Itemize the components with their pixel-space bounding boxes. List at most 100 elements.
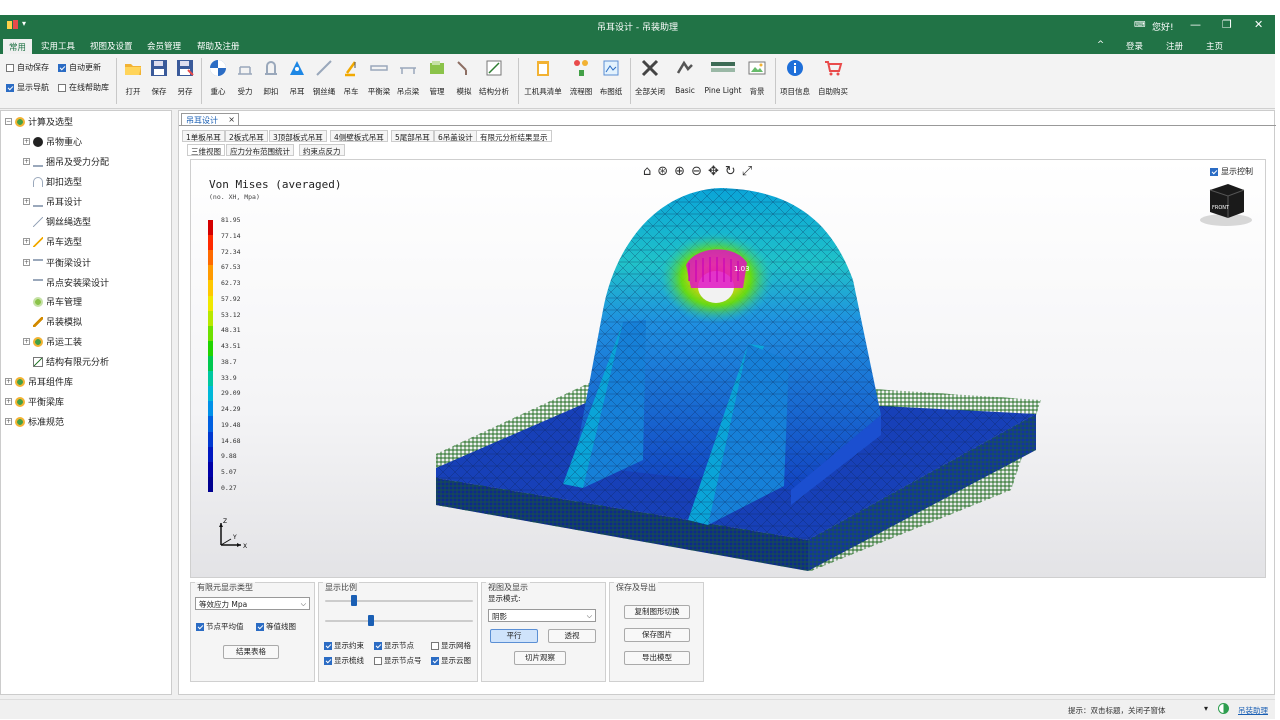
expand-icon[interactable]: + [23,258,30,266]
menu-help[interactable]: 帮助及注册 [197,40,240,52]
tree-node-gravity[interactable]: + 吊物重心 [23,135,82,148]
drawing-button[interactable]: 布图纸 [596,56,626,106]
tree-node-crane-management[interactable]: 吊车管理 [33,295,82,308]
result-type-select[interactable]: 等效应力 Mpa ⌵ [195,597,310,610]
online-help-check[interactable]: 在线帮助库 [58,82,109,93]
tree-node-lug-library[interactable]: + 吊耳组件库 [5,375,73,388]
copy-graphics-button[interactable]: 复制图形切换 [624,605,690,619]
tab-side-plate-lug[interactable]: 4侧壁板式吊耳 [330,130,388,142]
background-button[interactable]: 背景 [742,56,772,106]
tree-node-lifting-fixture[interactable]: + 吊运工装 [23,335,82,348]
simulate-button[interactable]: 模拟 [449,56,479,106]
login-link[interactable]: 登录 [1126,40,1143,52]
tool-list-button[interactable]: 工机具清单 [524,56,562,106]
menu-tools[interactable]: 实用工具 [41,40,75,52]
tree-node-fea[interactable]: 结构有限元分析 [33,355,109,368]
tab-single-plate-lug[interactable]: 1单板吊耳 [182,130,225,142]
lug-button[interactable]: 吊耳 [282,56,312,106]
tree-node-wire-rope[interactable]: 钢丝绳选型 [33,215,91,228]
flowchart-button[interactable]: 流程图 [566,56,596,106]
menu-membership[interactable]: 会员管理 [147,40,181,52]
contour-checkbox[interactable] [256,622,264,631]
tab-tail-lug[interactable]: 5尾部吊耳 [391,130,434,142]
show-edges-check[interactable]: 显示梳线 [324,655,364,666]
crane-button[interactable]: 吊车 [336,56,366,106]
tab-cover-design[interactable]: 6吊盖设计 [434,130,477,142]
pine-light-theme-button[interactable]: Pine Light [705,56,741,106]
menu-home[interactable]: 常用 [3,39,33,54]
tree-node-lug-design[interactable]: + 吊耳设计 [23,195,82,208]
save-image-button[interactable]: 保存图片 [624,628,690,642]
tree-node-calc-selection[interactable]: − 计算及选型 [5,115,73,128]
center-of-gravity-button[interactable]: 重心 [203,56,233,106]
node-average-checkbox[interactable] [196,622,204,631]
tree-node-lifting-point-beam[interactable]: 吊点安装梁设计 [33,275,109,289]
close-tab-icon[interactable]: × [228,115,235,124]
basic-theme-button[interactable]: Basic [670,56,700,106]
auto-save-check[interactable]: 自动保存 [6,62,49,73]
deformation-scale-slider[interactable] [325,615,473,627]
close-all-button[interactable]: 全部关闭 [635,56,665,106]
collapse-ribbon-icon[interactable]: ^ [1097,40,1104,50]
expand-icon[interactable]: + [5,418,12,425]
expand-icon[interactable]: + [5,378,12,385]
structural-analysis-button[interactable]: 结构分析 [479,56,509,106]
project-info-button[interactable]: 项目信息 [780,56,810,106]
spreader-beam-button[interactable]: 平衡梁 [364,56,394,106]
expand-icon[interactable]: + [23,338,30,345]
menu-view-settings[interactable]: 视图及设置 [90,40,133,52]
status-dropdown-icon[interactable]: ▾ [1204,704,1208,713]
tree-node-crane[interactable]: + 吊车选型 [23,235,82,248]
show-constraints-check[interactable]: 显示约束 [324,640,364,651]
show-grid-checkbox[interactable] [431,641,439,650]
manage-button[interactable]: 管理 [422,56,452,106]
slider-thumb[interactable] [350,595,357,606]
tree-node-spreader-beam[interactable]: + 平衡梁设计 [23,255,91,269]
expand-icon[interactable]: + [23,158,30,165]
tab-reaction-forces[interactable]: 约束点反力 [299,144,345,156]
expand-icon[interactable]: + [23,238,30,245]
tab-stress-range[interactable]: 应力分布范围统计 [226,144,294,156]
show-constraints-checkbox[interactable] [324,641,332,650]
maximize-button[interactable]: ❐ [1222,18,1232,31]
tab-plate-lug[interactable]: 2板式吊耳 [225,130,268,142]
slider-thumb[interactable] [367,615,374,626]
expand-icon[interactable]: + [23,198,30,205]
register-link[interactable]: 注册 [1166,40,1183,52]
tree-node-force-distribution[interactable]: + 捆吊及受力分配 [23,155,109,168]
auto-update-checkbox[interactable] [58,63,66,72]
show-nodes-checkbox[interactable] [374,641,382,650]
result-table-button[interactable]: 结果表格 [223,645,279,659]
app-name-link[interactable]: 吊装助理 [1238,705,1268,716]
self-purchase-button[interactable]: 自助购买 [818,56,848,106]
tab-fea-results[interactable]: 有限元分析结果显示 [476,130,552,142]
theme-toggle-icon[interactable] [1218,703,1229,714]
show-nav-checkbox[interactable] [6,83,14,92]
tab-3d-view[interactable]: 三维视图 [187,144,225,156]
show-cloud-checkbox[interactable] [431,656,439,665]
expand-icon[interactable]: + [5,398,12,405]
node-average-check[interactable]: 节点平均值 [196,621,244,632]
show-node-numbers-check[interactable]: 显示节点号 [374,655,422,666]
keyboard-icon[interactable]: ⌨ [1134,20,1146,29]
3d-viewport[interactable]: Von Mises (averaged) (no. XH, Mpa) 81.95… [190,159,1266,578]
auto-update-check[interactable]: 自动更新 [58,62,101,73]
tree-node-beam-library[interactable]: + 平衡梁库 [5,395,64,408]
expand-icon[interactable]: + [23,138,30,145]
fea-model[interactable]: 1.03 [191,160,1266,578]
close-button[interactable]: ✕ [1254,18,1263,31]
tree-node-standards[interactable]: + 标准规范 [5,415,64,428]
show-node-numbers-checkbox[interactable] [374,656,382,665]
online-help-checkbox[interactable] [58,83,66,92]
show-nav-check[interactable]: 显示导航 [6,82,49,93]
auto-save-checkbox[interactable] [6,63,14,72]
section-view-button[interactable]: 切片观察 [514,651,566,665]
tab-top-plate-lug[interactable]: 3顶部板式吊耳 [269,130,327,142]
parallel-projection-button[interactable]: 平行 [490,629,538,643]
show-edges-checkbox[interactable] [324,656,332,665]
perspective-projection-button[interactable]: 透视 [548,629,596,643]
tree-node-shackle[interactable]: 卸扣选型 [33,175,82,188]
minimize-button[interactable]: — [1190,18,1201,31]
display-scale-slider[interactable] [325,595,473,607]
export-model-button[interactable]: 导出模型 [624,651,690,665]
